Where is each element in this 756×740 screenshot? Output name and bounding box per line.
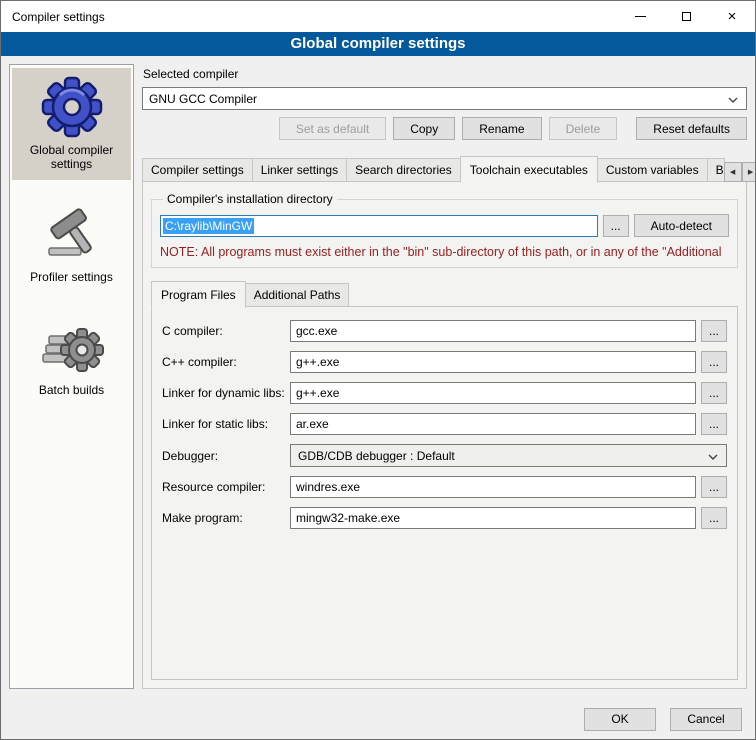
close-icon: × (728, 9, 737, 24)
form-row: Resource compiler: ... (162, 476, 727, 498)
sidebar-item-batch-builds[interactable]: Batch builds (12, 308, 131, 406)
chevron-down-icon (728, 97, 738, 103)
reset-defaults-button[interactable]: Reset defaults (636, 117, 747, 140)
dialog-body: Global compiler settings Profiler settin… (1, 56, 755, 699)
gray-gear-stack-icon (40, 314, 104, 378)
form-row: Linker for dynamic libs: ... (162, 382, 727, 404)
directory-note: NOTE: All programs must exist either in … (160, 245, 729, 259)
subtab-program-files[interactable]: Program Files (151, 281, 246, 308)
tab-scroll-right-button[interactable]: ▶ (742, 162, 756, 182)
set-as-default-button[interactable]: Set as default (279, 117, 386, 140)
browse-cpp-compiler-button[interactable]: ... (701, 351, 727, 373)
sidebar-item-global-compiler-settings[interactable]: Global compiler settings (12, 68, 131, 180)
sidebar-item-label: Batch builds (16, 383, 127, 397)
window-controls: × (617, 1, 755, 32)
sidebar-item-label: Profiler settings (16, 270, 127, 284)
compiler-buttons: Set as default Copy Rename Delete Reset … (142, 117, 747, 140)
dialog-header: Global compiler settings (1, 32, 755, 56)
compiler-settings-window: Compiler settings × Global compiler sett… (0, 0, 756, 740)
tab-build-options[interactable]: Build (707, 158, 725, 182)
linker-dynamic-input[interactable] (290, 382, 696, 404)
cancel-button[interactable]: Cancel (670, 708, 742, 731)
tab-compiler-settings[interactable]: Compiler settings (142, 158, 253, 182)
main-panel: Selected compiler GNU GCC Compiler Set a… (142, 64, 747, 689)
copy-button[interactable]: Copy (393, 117, 455, 140)
cpp-compiler-label: C++ compiler: (162, 355, 290, 369)
debugger-label: Debugger: (162, 449, 290, 463)
tab-linker-settings[interactable]: Linker settings (252, 158, 347, 182)
installation-directory-value: C:\raylib\MinGW (163, 218, 254, 234)
debugger-select[interactable]: GDB/CDB debugger : Default (290, 444, 727, 467)
tab-toolchain-executables[interactable]: Toolchain executables (460, 156, 598, 183)
window-title: Compiler settings (1, 1, 617, 32)
browse-linker-dynamic-button[interactable]: ... (701, 382, 727, 404)
resource-compiler-input[interactable] (290, 476, 696, 498)
tab-search-directories[interactable]: Search directories (346, 158, 461, 182)
installation-directory-input[interactable]: C:\raylib\MinGW (160, 215, 598, 237)
blue-gear-icon (40, 74, 104, 138)
chevron-down-icon (708, 454, 718, 460)
dialog-footer: OK Cancel (1, 699, 755, 739)
cpp-compiler-input[interactable] (290, 351, 696, 373)
settings-sidebar: Global compiler settings Profiler settin… (9, 64, 134, 689)
make-program-label: Make program: (162, 511, 290, 525)
rename-button[interactable]: Rename (462, 117, 541, 140)
c-compiler-input[interactable] (290, 320, 696, 342)
compiler-select-value: GNU GCC Compiler (149, 92, 257, 106)
linker-static-input[interactable] (290, 413, 696, 435)
profiler-hammer-icon (40, 201, 104, 265)
maximize-icon (682, 12, 691, 21)
browse-resource-compiler-button[interactable]: ... (701, 476, 727, 498)
minimize-button[interactable] (617, 1, 663, 32)
tab-strip: Compiler settings Linker settings Search… (142, 156, 747, 182)
make-program-input[interactable] (290, 507, 696, 529)
sub-tab-strip: Program Files Additional Paths (151, 281, 738, 307)
auto-detect-button[interactable]: Auto-detect (634, 214, 729, 237)
subtab-additional-paths[interactable]: Additional Paths (245, 283, 350, 307)
sidebar-item-profiler-settings[interactable]: Profiler settings (12, 195, 131, 293)
form-row: Debugger: GDB/CDB debugger : Default (162, 444, 727, 467)
compiler-select[interactable]: GNU GCC Compiler (142, 87, 747, 110)
form-row: C compiler: ... (162, 320, 727, 342)
installation-directory-row: C:\raylib\MinGW ... Auto-detect (160, 214, 729, 237)
browse-directory-button[interactable]: ... (603, 215, 629, 237)
linker-dynamic-label: Linker for dynamic libs: (162, 386, 290, 400)
resource-compiler-label: Resource compiler: (162, 480, 290, 494)
tab-scroll-arrows: ◀ ▶ (724, 162, 756, 182)
browse-linker-static-button[interactable]: ... (701, 413, 727, 435)
program-files-page: C compiler: ... C++ compiler: ... Linker… (151, 306, 738, 680)
c-compiler-label: C compiler: (162, 324, 290, 338)
close-button[interactable]: × (709, 1, 755, 32)
selected-compiler-label: Selected compiler (143, 67, 747, 81)
sidebar-item-label: Global compiler settings (16, 143, 127, 171)
tab-custom-variables[interactable]: Custom variables (597, 158, 708, 182)
delete-button[interactable]: Delete (549, 117, 618, 140)
ok-button[interactable]: OK (584, 708, 656, 731)
form-row: Make program: ... (162, 507, 727, 529)
title-bar: Compiler settings × (1, 1, 755, 32)
debugger-select-value: GDB/CDB debugger : Default (298, 449, 455, 463)
minimize-icon (635, 16, 646, 17)
tab-scroll-left-button[interactable]: ◀ (724, 162, 742, 182)
maximize-button[interactable] (663, 1, 709, 32)
browse-make-program-button[interactable]: ... (701, 507, 727, 529)
form-row: Linker for static libs: ... (162, 413, 727, 435)
browse-c-compiler-button[interactable]: ... (701, 320, 727, 342)
installation-directory-legend: Compiler's installation directory (163, 192, 337, 206)
installation-directory-group: Compiler's installation directory C:\ray… (151, 192, 738, 268)
form-row: C++ compiler: ... (162, 351, 727, 373)
linker-static-label: Linker for static libs: (162, 417, 290, 431)
toolchain-executables-page: Compiler's installation directory C:\ray… (142, 181, 747, 689)
